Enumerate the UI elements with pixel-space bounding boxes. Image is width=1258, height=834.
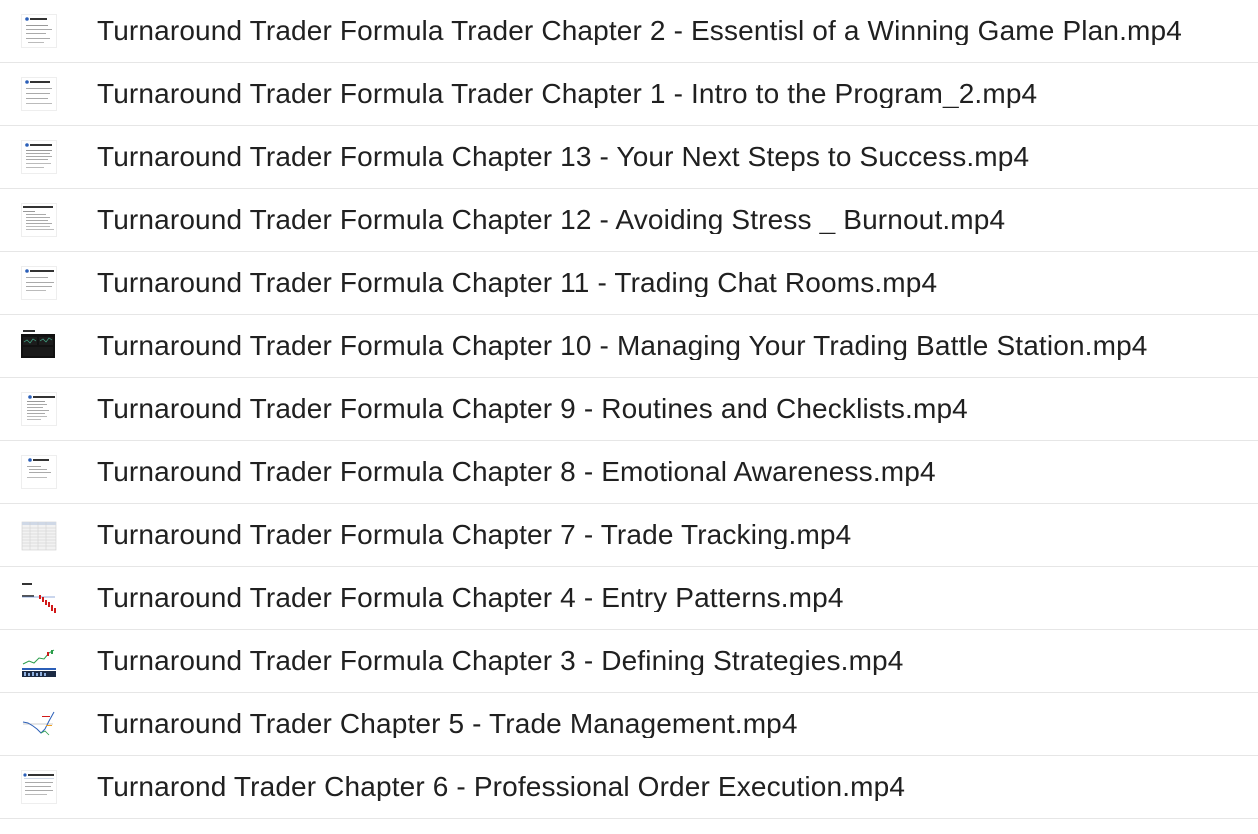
file-row[interactable]: Turnaround Trader Formula Chapter 9 - Ro… [0, 378, 1258, 441]
file-name: Turnaround Trader Formula Chapter 8 - Em… [97, 458, 936, 486]
file-name: Turnarond Trader Chapter 6 - Professiona… [97, 773, 906, 801]
file-row[interactable]: Turnaround Trader Formula Chapter 4 - En… [0, 567, 1258, 630]
file-row[interactable]: Turnaround Trader Formula Trader Chapter… [0, 0, 1258, 63]
slide-doc-thumbnail-icon [21, 14, 57, 48]
chart-line-thumbnail-icon [21, 707, 57, 741]
slide-doc-thumbnail-icon [21, 455, 57, 489]
slide-list-thumbnail-icon [21, 203, 57, 237]
file-name: Turnaround Trader Formula Chapter 7 - Tr… [97, 521, 852, 549]
slide-doc-thumbnail-icon [21, 77, 57, 111]
file-name: Turnaround Trader Formula Chapter 3 - De… [97, 647, 904, 675]
file-row[interactable]: Turnaround Trader Formula Chapter 11 - T… [0, 252, 1258, 315]
file-name: Turnaround Trader Formula Chapter 10 - M… [97, 332, 1148, 360]
file-row[interactable]: Turnaround Trader Formula Chapter 10 - M… [0, 315, 1258, 378]
chart-red-thumbnail-icon [21, 581, 57, 615]
file-name: Turnaround Trader Formula Chapter 11 - T… [97, 269, 938, 297]
file-name: Turnaround Trader Formula Chapter 13 - Y… [97, 143, 1030, 171]
slide-doc-thumbnail-icon [21, 140, 57, 174]
file-row[interactable]: Turnaround Trader Chapter 5 - Trade Mana… [0, 693, 1258, 756]
file-name: Turnaround Trader Formula Trader Chapter… [97, 17, 1182, 45]
file-row[interactable]: Turnaround Trader Formula Chapter 8 - Em… [0, 441, 1258, 504]
file-name: Turnaround Trader Chapter 5 - Trade Mana… [97, 710, 798, 738]
file-row[interactable]: Turnaround Trader Formula Chapter 12 - A… [0, 189, 1258, 252]
file-name: Turnaround Trader Formula Chapter 9 - Ro… [97, 395, 968, 423]
file-list: Turnaround Trader Formula Trader Chapter… [0, 0, 1258, 834]
file-name: Turnaround Trader Formula Chapter 4 - En… [97, 584, 844, 612]
file-name: Turnaround Trader Formula Chapter 12 - A… [97, 206, 1006, 234]
slide-doc-thumbnail-icon [21, 266, 57, 300]
dark-screen-thumbnail-icon [21, 329, 57, 363]
file-row[interactable]: Turnaround Trader Formula Chapter 7 - Tr… [0, 504, 1258, 567]
file-row[interactable]: Turnarond Trader Chapter 6 - Professiona… [0, 756, 1258, 819]
file-row[interactable]: Turnaround Trader Formula Chapter 13 - Y… [0, 126, 1258, 189]
file-row[interactable]: Turnaround Trader Formula Trader Chapter… [0, 63, 1258, 126]
file-name: Turnaround Trader Formula Trader Chapter… [97, 80, 1038, 108]
file-row[interactable]: Turnaround Trader Formula Chapter 3 - De… [0, 630, 1258, 693]
spreadsheet-thumbnail-icon [21, 518, 57, 552]
chart-candles-thumbnail-icon [21, 644, 57, 678]
slide-doc-thumbnail-icon [21, 770, 57, 804]
slide-doc-thumbnail-icon [21, 392, 57, 426]
